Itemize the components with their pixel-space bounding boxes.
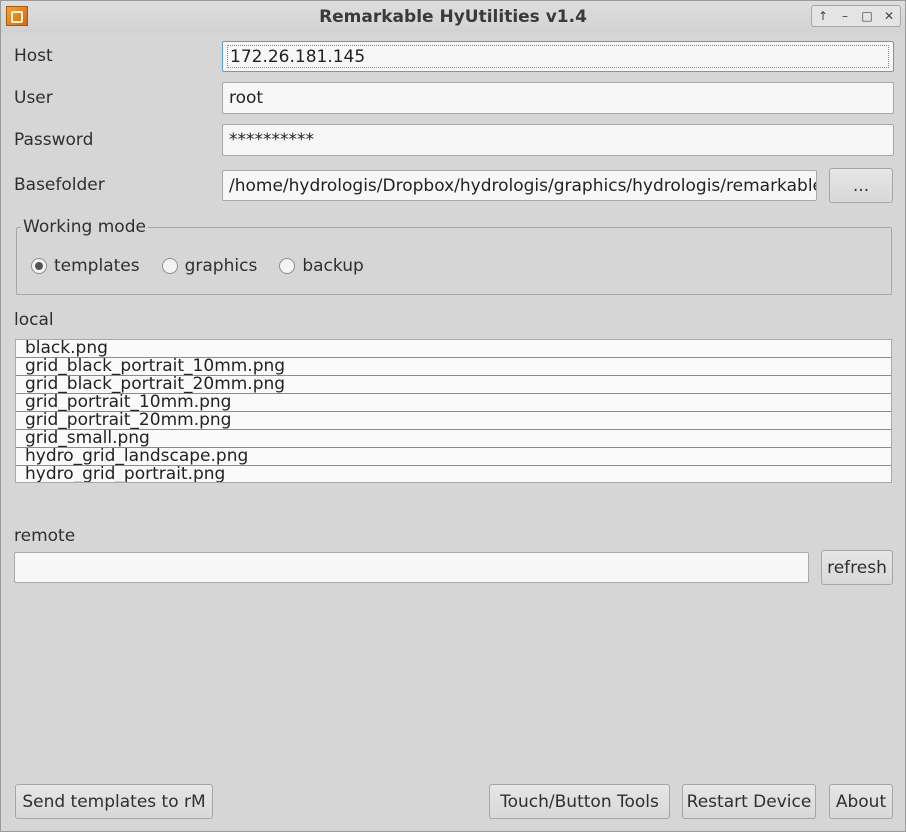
keep-above-icon[interactable]: ↑ (814, 7, 832, 25)
working-mode-group: Working mode templates graphics backup (16, 217, 892, 295)
password-input[interactable]: ********** (222, 124, 894, 156)
radio-templates[interactable]: templates (31, 256, 140, 276)
touch-button-tools-button[interactable]: Touch/Button Tools (489, 784, 670, 819)
list-item[interactable]: grid_black_portrait_20mm.png (16, 376, 891, 394)
refresh-button[interactable]: refresh (821, 550, 893, 585)
radio-graphics[interactable]: graphics (161, 256, 258, 276)
radio-templates-label: templates (54, 256, 140, 276)
basefolder-label: Basefolder (14, 175, 105, 195)
about-button[interactable]: About (829, 784, 893, 819)
host-label: Host (14, 46, 53, 66)
close-icon[interactable]: ✕ (880, 7, 898, 25)
local-label: local (14, 310, 54, 330)
radio-graphics-label: graphics (184, 256, 258, 276)
list-item[interactable]: grid_portrait_20mm.png (16, 412, 891, 430)
radio-backup-label: backup (302, 256, 364, 276)
browse-button[interactable]: ... (829, 168, 893, 203)
working-mode-title: Working mode (21, 217, 148, 237)
host-value: 172.26.181.145 (227, 45, 889, 68)
maximize-icon[interactable]: □ (858, 7, 876, 25)
title-bar[interactable]: Remarkable HyUtilities v1.4 ↑ – □ ✕ (1, 1, 905, 33)
radio-backup[interactable]: backup (279, 256, 364, 276)
basefolder-input[interactable]: /home/hydrologis/Dropbox/hydrologis/grap… (222, 170, 817, 201)
remote-input[interactable] (14, 552, 809, 583)
password-label: Password (14, 130, 94, 150)
radio-backup-indicator[interactable] (279, 258, 296, 274)
user-label: User (14, 88, 53, 108)
list-item[interactable]: grid_small.png (16, 430, 891, 448)
list-item[interactable]: hydro_grid_portrait.png (16, 466, 891, 482)
remote-label: remote (14, 526, 76, 546)
list-item[interactable]: black.png (16, 340, 891, 358)
radio-graphics-indicator[interactable] (161, 258, 178, 274)
send-templates-button[interactable]: Send templates to rM (15, 784, 213, 819)
radio-templates-indicator[interactable] (31, 258, 47, 274)
user-input[interactable]: root (222, 82, 894, 114)
list-item[interactable]: grid_black_portrait_10mm.png (16, 358, 891, 376)
restart-device-button[interactable]: Restart Device (682, 784, 816, 819)
window-title: Remarkable HyUtilities v1.4 (319, 7, 587, 27)
main-window: Remarkable HyUtilities v1.4 ↑ – □ ✕ Host… (0, 0, 906, 832)
host-input[interactable]: 172.26.181.145 (222, 41, 894, 72)
minimize-icon[interactable]: – (836, 7, 854, 25)
list-item[interactable]: hydro_grid_landscape.png (16, 448, 891, 466)
window-controls: ↑ – □ ✕ (811, 5, 901, 27)
working-mode-options: templates graphics backup (31, 256, 386, 276)
list-item[interactable]: grid_portrait_10mm.png (16, 394, 891, 412)
local-file-list[interactable]: black.png grid_black_portrait_10mm.png g… (15, 339, 892, 483)
